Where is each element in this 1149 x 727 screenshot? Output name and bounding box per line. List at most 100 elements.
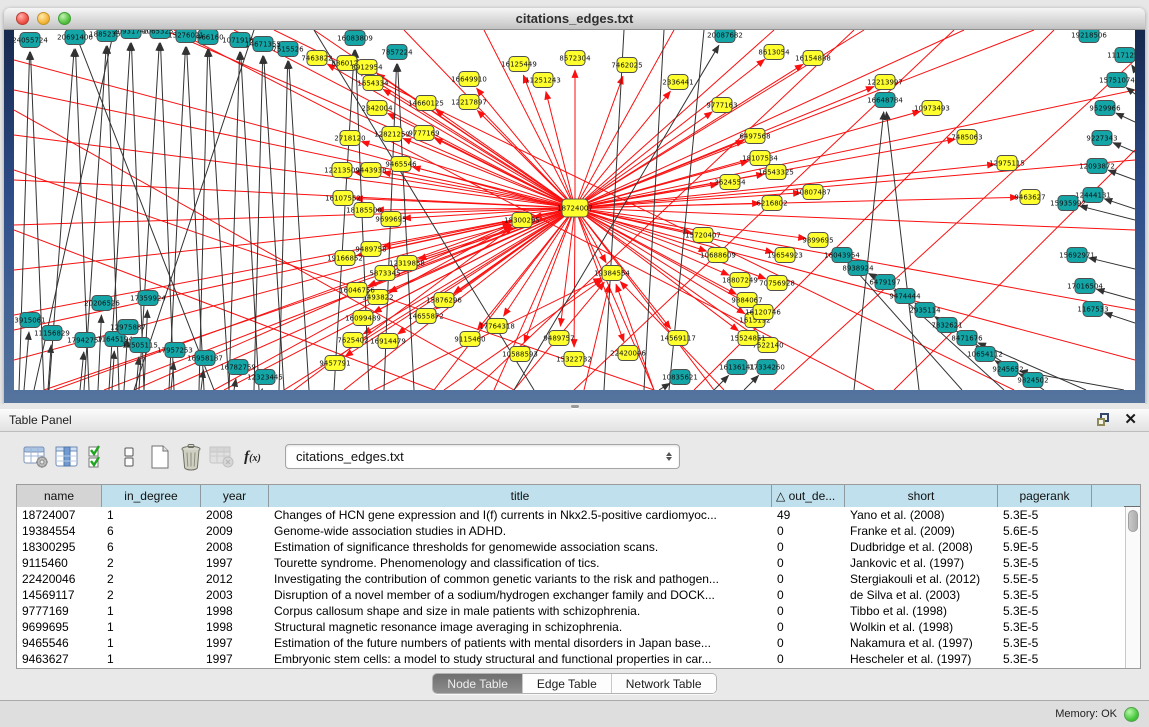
svg-text:19218506: 19218506 — [1071, 32, 1107, 40]
select-all-check-icon[interactable] — [84, 444, 111, 471]
graph-node[interactable]: 6216802 — [756, 196, 787, 211]
graph-node[interactable]: 7857224 — [381, 45, 413, 60]
graph-node[interactable]: 20691406 — [57, 30, 93, 45]
graph-node[interactable]: 7832621 — [931, 318, 962, 333]
graph-node[interactable]: 10688609 — [700, 248, 736, 263]
function-builder-icon[interactable]: f(x) — [239, 444, 266, 471]
graph-node[interactable]: 12093872 — [1079, 159, 1115, 174]
delete-column-icon[interactable] — [177, 444, 204, 471]
svg-text:20691406: 20691406 — [57, 34, 93, 42]
graph-node[interactable]: 12975115 — [989, 156, 1025, 171]
graph-node[interactable]: 20087682 — [707, 30, 743, 43]
table-cell: 1 — [102, 507, 201, 523]
graph-node[interactable]: 11156829 — [34, 326, 70, 341]
table-row[interactable]: 1456911722003Disruption of a novel membe… — [17, 587, 1140, 603]
column-header[interactable]: △ out_de... — [772, 485, 845, 507]
column-header[interactable]: year — [201, 485, 269, 507]
graph-node[interactable]: 16782759 — [220, 360, 256, 375]
tab-node-table[interactable]: Node Table — [433, 674, 523, 693]
column-header[interactable]: name — [17, 485, 102, 507]
graph-node[interactable]: 19218506 — [1071, 30, 1107, 43]
graph-node[interactable]: 24055724 — [14, 33, 48, 48]
graph-node[interactable]: 8572304 — [559, 51, 591, 66]
minimize-window-button[interactable] — [37, 12, 50, 25]
network-window-titlebar[interactable]: citations_edges.txt — [4, 8, 1145, 30]
float-panel-icon[interactable] — [1097, 413, 1112, 427]
graph-node[interactable]: 7485063 — [951, 130, 982, 145]
graph-node[interactable]: 9227343 — [1086, 131, 1117, 146]
graph-node[interactable]: 10973493 — [914, 101, 950, 116]
table-selector-dropdown[interactable]: citations_edges.txt — [285, 444, 680, 469]
graph-node[interactable]: 9899695 — [802, 233, 833, 248]
close-window-button[interactable] — [16, 12, 29, 25]
graph-node[interactable]: 19654923 — [767, 248, 803, 263]
graph-node[interactable]: 9115460 — [454, 332, 485, 347]
tab-edge-table[interactable]: Edge Table — [523, 674, 612, 693]
table-settings-icon[interactable] — [22, 444, 49, 471]
graph-node[interactable]: 15692971 — [1059, 248, 1095, 263]
table-row[interactable]: 969969511998Structural magnetic resonanc… — [17, 619, 1140, 635]
graph-node[interactable]: 15720407 — [685, 228, 721, 243]
column-header[interactable]: in_degree — [102, 485, 201, 507]
graph-node[interactable]: 22420046 — [610, 346, 646, 361]
graph-node[interactable]: 16543325 — [758, 165, 794, 180]
scrollbar-thumb[interactable] — [1128, 510, 1138, 532]
graph-node[interactable]: 70756928 — [759, 276, 795, 291]
graph-node[interactable]: 15322732 — [556, 352, 592, 367]
network-graph-canvas[interactable]: 1167533161519216543342336441234200427181… — [14, 30, 1135, 390]
graph-node[interactable]: 17016504 — [1067, 279, 1103, 294]
graph-node[interactable]: 1167533 — [1077, 302, 1108, 317]
column-header[interactable]: title — [269, 485, 772, 507]
zoom-window-button[interactable] — [58, 12, 71, 25]
row-height-icon[interactable] — [115, 444, 142, 471]
graph-node[interactable]: 12213509 — [324, 163, 360, 178]
new-table-icon[interactable] — [146, 444, 173, 471]
graph-node[interactable]: 8613054 — [758, 45, 790, 60]
graph-node[interactable]: 7462025 — [611, 58, 642, 73]
graph-node[interactable]: 2935114 — [909, 303, 941, 318]
table-row[interactable]: 911546021997Tourette syndrome. Phenomeno… — [17, 555, 1140, 571]
table-row[interactable]: 1830029562008Estimation of significance … — [17, 539, 1140, 555]
table-cell: Embryonic stem cells: a model to study s… — [269, 651, 772, 667]
graph-node[interactable]: 16648784 — [867, 93, 903, 108]
graph-node[interactable]: 16125449 — [501, 57, 537, 72]
graph-node[interactable]: 7625402 — [337, 333, 368, 348]
graph-node[interactable]: 3624554 — [714, 175, 746, 190]
graph-node[interactable]: 2336441 — [662, 75, 693, 90]
table-row[interactable]: 2242004622012Investigating the contribut… — [17, 571, 1140, 587]
graph-node[interactable]: 11251243 — [525, 73, 561, 88]
graph-node[interactable]: 15876296 — [426, 293, 462, 308]
close-panel-icon[interactable]: ✕ — [1124, 413, 1137, 427]
graph-node[interactable]: 17334260 — [749, 360, 785, 375]
graph-node[interactable]: 14569117 — [660, 331, 696, 346]
graph-node[interactable]: 5873345 — [369, 266, 400, 281]
svg-text:8572304: 8572304 — [559, 55, 591, 63]
table-row[interactable]: 1938455462009Genome-wide association stu… — [17, 523, 1140, 539]
tab-network-table[interactable]: Network Table — [612, 674, 716, 693]
table-scrollbar[interactable] — [1125, 507, 1140, 669]
graph-node[interactable]: 12323445 — [247, 370, 283, 385]
graph-node[interactable]: 11171250 — [1107, 48, 1135, 63]
graph-node[interactable]: 9457791 — [319, 356, 350, 371]
graph-node[interactable]: 2718120 — [334, 131, 365, 146]
select-columns-icon[interactable] — [53, 444, 80, 471]
table-row[interactable]: 946554611997Estimation of the future num… — [17, 635, 1140, 651]
svg-text:6216802: 6216802 — [756, 200, 787, 208]
graph-node[interactable]: 12217897 — [451, 95, 487, 110]
graph-node[interactable]: 16154838 — [795, 51, 831, 66]
graph-node[interactable]: 10835621 — [662, 370, 698, 385]
column-header[interactable]: short — [845, 485, 998, 507]
table-row[interactable]: 946362711997Embryonic stem cells: a mode… — [17, 651, 1140, 667]
graph-node[interactable]: 14655872 — [408, 309, 444, 324]
graph-node[interactable]: 19384554 — [594, 266, 630, 281]
column-header[interactable]: pagerank — [998, 485, 1092, 507]
graph-hub-node[interactable]: 18724007 — [557, 199, 593, 217]
table-row[interactable]: 1872400712008Changes of HCN gene express… — [17, 507, 1140, 523]
graph-node[interactable]: 16083809 — [337, 31, 373, 46]
delete-table-disabled-icon[interactable] — [208, 444, 235, 471]
memory-status-label: Memory: OK — [1055, 708, 1117, 720]
graph-node[interactable]: 16914479 — [370, 334, 406, 349]
graph-node[interactable]: 15751074 — [1099, 73, 1135, 88]
table-row[interactable]: 977716911998Corpus callosum shape and si… — [17, 603, 1140, 619]
graph-node[interactable]: 9463627 — [1014, 190, 1045, 205]
